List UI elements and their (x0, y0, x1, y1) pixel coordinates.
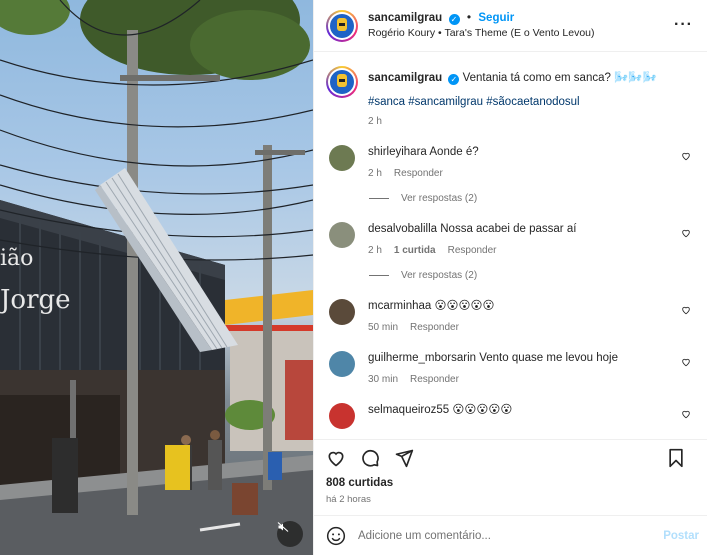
comment-time: 30 min (368, 374, 399, 385)
view-replies-button[interactable]: Ver respostas (2) (369, 193, 695, 204)
add-comment-bar: Postar (314, 515, 707, 555)
post-sidebar: sancamilgrau ✓ • Seguir Rogério Koury • … (313, 0, 707, 555)
separator-dot: • (466, 10, 472, 24)
comment-text: 😮😮😮😮😮 (434, 300, 495, 312)
comment-item: selmaqueiroz55 😮😮😮😮😮 (326, 403, 695, 429)
comment-input[interactable] (358, 529, 638, 542)
speaker-muted-icon (277, 522, 289, 532)
sign-text-1: ião (0, 246, 33, 271)
comment-username[interactable]: shirleyihara (368, 146, 427, 158)
verified-badge-icon: ✓ (448, 14, 460, 25)
post-actions (314, 439, 707, 475)
save-button[interactable] (667, 448, 685, 468)
reply-button[interactable]: Responder (448, 245, 497, 256)
view-replies-label: Ver respostas (2) (401, 193, 478, 204)
comment-text: Nossa acabei de passar aí (440, 223, 577, 235)
comment-username[interactable]: selmaqueiroz55 (368, 404, 449, 416)
view-replies-label: Ver respostas (2) (401, 270, 478, 281)
comment-username[interactable]: mcarminhaa (368, 300, 431, 312)
comment-icon (362, 449, 379, 467)
emoji-icon (326, 526, 346, 545)
comment-button[interactable] (360, 448, 380, 468)
heart-icon[interactable] (681, 151, 691, 161)
emoji-button[interactable] (326, 526, 346, 546)
heart-icon (328, 451, 344, 467)
comment-text: Aonde é? (429, 146, 479, 158)
sign-text-2: Jorge (0, 285, 71, 315)
comment-item: guilherme_mborsarin Vento quase me levou… (326, 351, 695, 385)
post-time: há 2 horas (326, 494, 371, 505)
send-icon (395, 449, 414, 467)
audio-credit[interactable]: Rogério Koury • Tara's Theme (E o Vento … (368, 26, 595, 41)
comment-time: 2 h (368, 168, 382, 179)
commenter-avatar[interactable] (329, 222, 355, 248)
like-button[interactable] (326, 448, 346, 468)
post-caption: sancamilgrau ✓ Ventania tá como em sanca… (326, 64, 695, 127)
reply-button[interactable]: Responder (394, 168, 443, 179)
follow-button[interactable]: Seguir (478, 12, 514, 24)
caption-avatar[interactable] (326, 66, 358, 98)
reply-button[interactable]: Responder (410, 374, 459, 385)
caption-username[interactable]: sancamilgrau (368, 72, 442, 84)
post-dialog: ião Jorge sancamilgrau ✓ • Seguir Rogéri… (0, 0, 707, 555)
caption-text: Ventania tá como em sanca? 🌬️🌬️🌬️ (462, 72, 658, 84)
heart-icon[interactable] (681, 409, 691, 419)
video-frame-illustration: ião Jorge (0, 0, 313, 555)
verified-badge-icon: ✓ (448, 74, 460, 85)
post-comment-button[interactable]: Postar (663, 530, 699, 542)
bookmark-icon (669, 448, 683, 467)
commenter-avatar[interactable] (329, 299, 355, 325)
commenter-avatar[interactable] (329, 145, 355, 171)
view-replies-button[interactable]: Ver respostas (2) (369, 270, 695, 281)
mute-button[interactable] (277, 521, 303, 547)
caption-hashtags[interactable]: #sanca #sancamilgrau #sãocaetanodosul (368, 96, 695, 108)
comment-time: 2 h (368, 245, 382, 256)
more-horizontal-icon[interactable]: ··· (674, 16, 693, 34)
comment-username[interactable]: desalvobalilla (368, 223, 437, 235)
heart-icon[interactable] (681, 305, 691, 315)
comment-text: 😮😮😮😮😮 (452, 404, 513, 416)
comment-item: mcarminhaa 😮😮😮😮😮 50 min Responder (326, 299, 695, 333)
comment-likes[interactable]: 1 curtida (394, 245, 436, 256)
author-username[interactable]: sancamilgrau (368, 12, 442, 24)
commenter-avatar[interactable] (329, 351, 355, 377)
commenter-avatar[interactable] (329, 403, 355, 429)
comment-time: 50 min (368, 322, 399, 333)
post-header: sancamilgrau ✓ • Seguir Rogério Koury • … (314, 0, 707, 52)
comment-text: Vento quase me levou hoje (479, 352, 618, 364)
author-avatar[interactable] (326, 9, 358, 42)
likes-count[interactable]: 808 curtidas (314, 477, 707, 489)
comments-list[interactable]: sancamilgrau ✓ Ventania tá como em sanca… (314, 52, 707, 439)
comment-item: shirleyihara Aonde é? 2 h Responder (326, 145, 695, 179)
caption-time: 2 h (368, 116, 382, 127)
share-button[interactable] (394, 448, 414, 468)
heart-icon[interactable] (681, 357, 691, 367)
reply-button[interactable]: Responder (410, 322, 459, 333)
post-video[interactable]: ião Jorge (0, 0, 313, 555)
comment-item: desalvobalilla Nossa acabei de passar aí… (326, 222, 695, 256)
heart-icon[interactable] (681, 228, 691, 238)
comment-username[interactable]: guilherme_mborsarin (368, 352, 476, 364)
